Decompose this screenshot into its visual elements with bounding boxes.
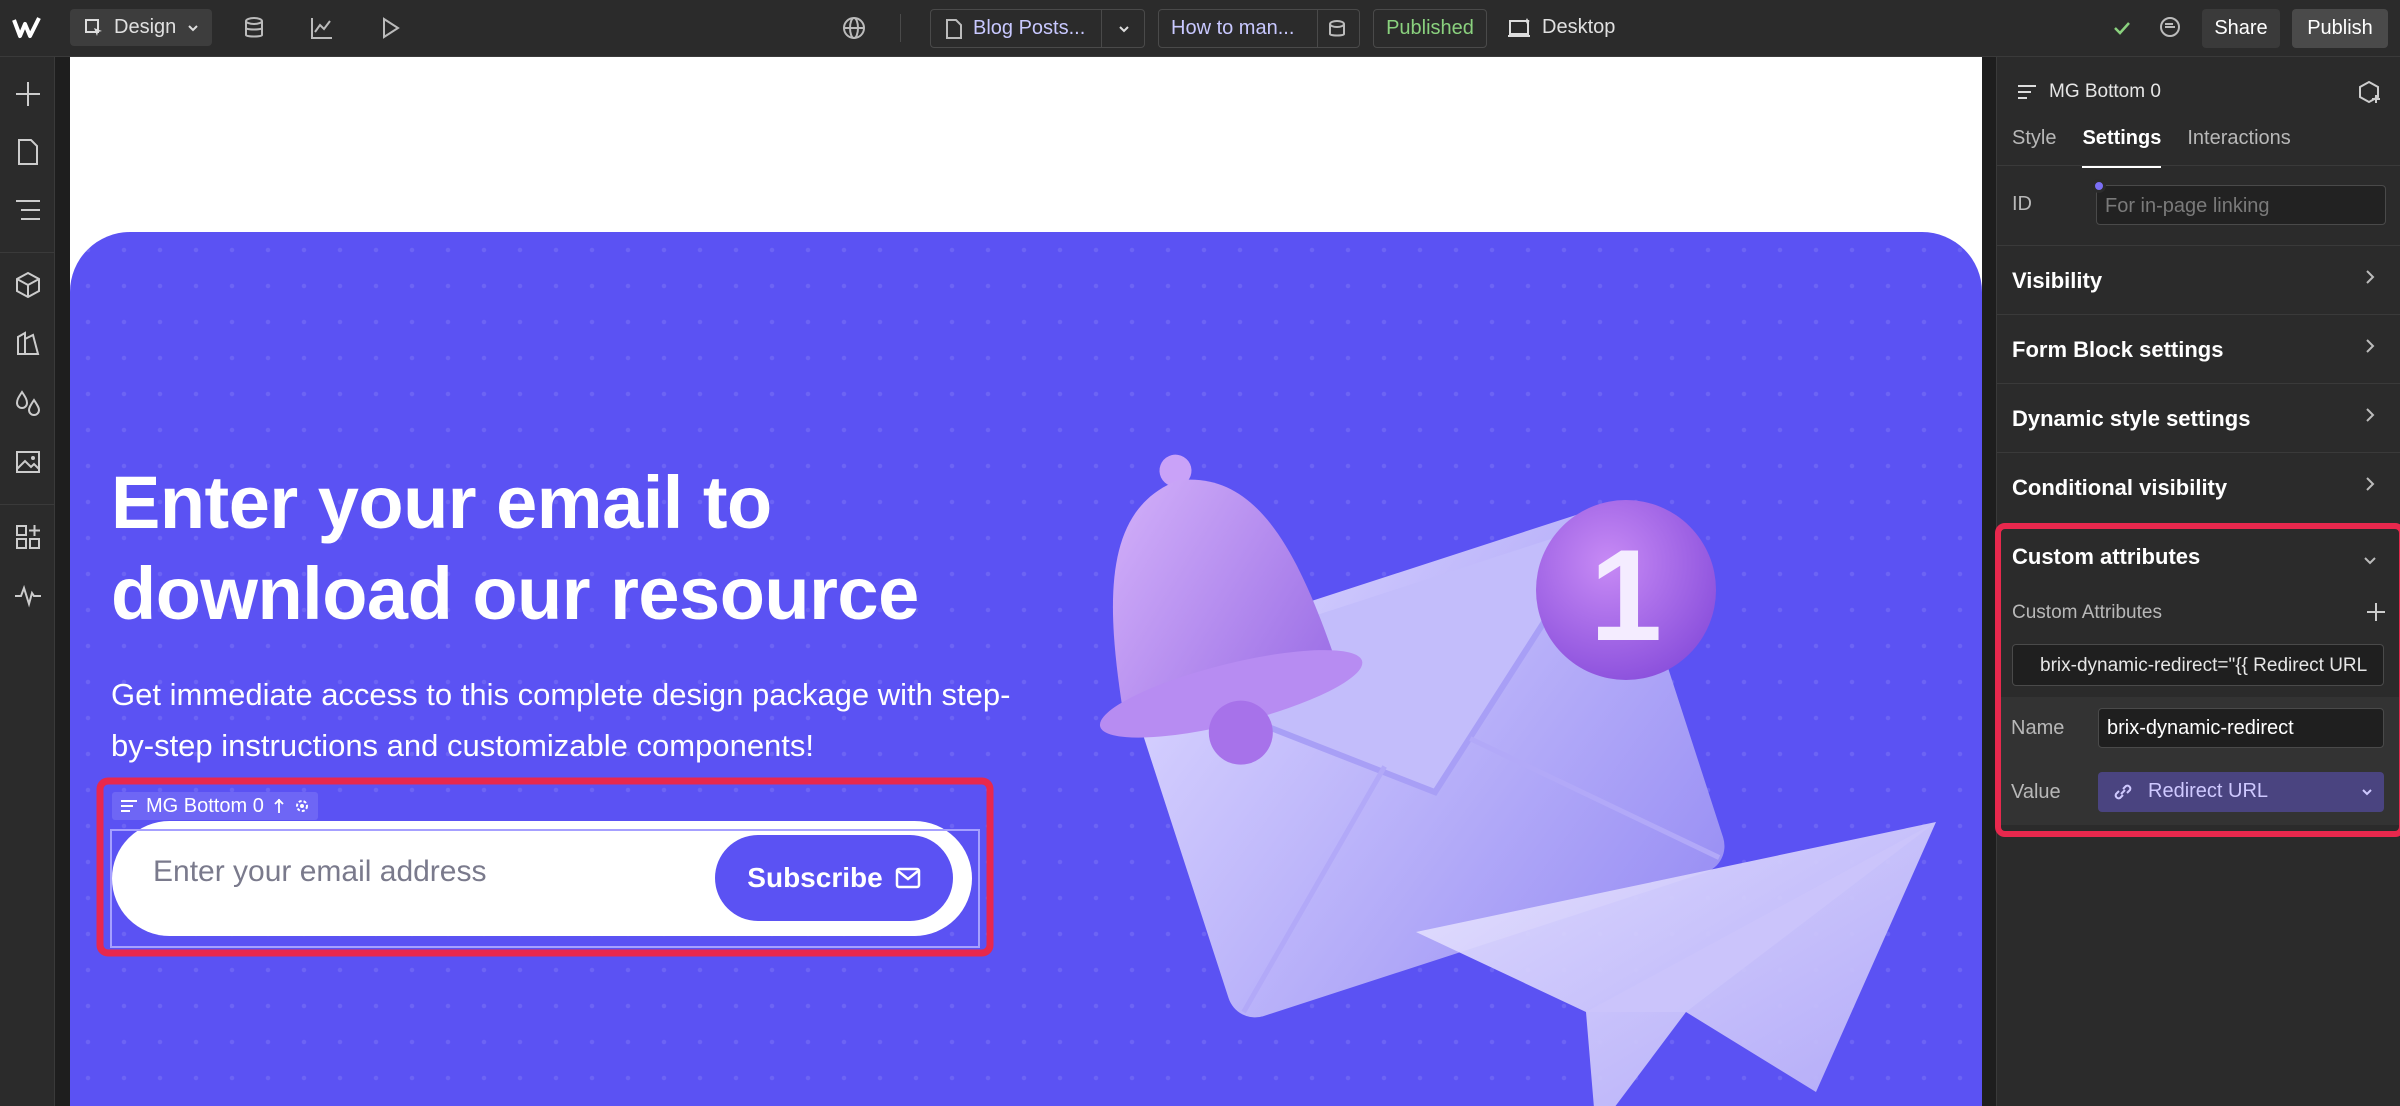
published-status-label: Published bbox=[1386, 17, 1474, 39]
hero-subheading: Get immediate access to this complete de… bbox=[111, 677, 1011, 763]
pill-divider bbox=[1101, 10, 1102, 47]
chevron-right-icon bbox=[2366, 270, 2375, 284]
style-selectors-icon[interactable] bbox=[13, 329, 43, 359]
notification-count: 1 bbox=[1590, 522, 1662, 668]
chevron-right-icon bbox=[2366, 339, 2375, 353]
check-icon bbox=[2114, 22, 2130, 35]
hero-heading: Enter your email to download our resourc… bbox=[111, 461, 919, 635]
page-selector[interactable]: Blog Posts... bbox=[930, 9, 1145, 48]
design-mode-label: Design bbox=[114, 16, 177, 38]
create-component-icon[interactable] bbox=[2357, 79, 2383, 105]
share-button[interactable]: Share bbox=[2202, 9, 2280, 48]
cms-collection-icon bbox=[1329, 20, 1345, 37]
section-visibility[interactable]: Visibility bbox=[1997, 245, 2400, 314]
bell-envelope-illustration: 1 bbox=[1099, 454, 1936, 1106]
assets-image-icon[interactable] bbox=[13, 447, 43, 477]
cms-item-label: How to man... bbox=[1171, 17, 1295, 39]
breakpoint-selector[interactable]: Desktop bbox=[1508, 9, 1628, 46]
hero-section[interactable]: 1 Enter your email to download our resou… bbox=[70, 232, 1982, 1106]
tab-settings[interactable]: Settings bbox=[2082, 127, 2162, 168]
cursor-icon bbox=[85, 18, 102, 36]
section-title: Form Block settings bbox=[2012, 337, 2224, 362]
analytics-icon[interactable] bbox=[308, 14, 336, 42]
publish-button[interactable]: Publish bbox=[2292, 9, 2388, 48]
add-element-icon[interactable] bbox=[13, 79, 43, 109]
element-name: MG Bottom 0 bbox=[2049, 81, 2161, 102]
text-lines-icon bbox=[2018, 85, 2036, 99]
top-bar: Design Blog Posts... How to man... Publi… bbox=[0, 0, 2400, 57]
left-toolbar bbox=[0, 57, 55, 1106]
id-input[interactable]: For in-page linking bbox=[2096, 185, 2386, 225]
pages-icon[interactable] bbox=[13, 137, 43, 167]
selection-highlight-outline bbox=[96, 777, 994, 957]
preview-play-icon[interactable] bbox=[376, 14, 404, 42]
toolbar-divider bbox=[900, 14, 901, 42]
cms-item-selector[interactable]: How to man... bbox=[1158, 9, 1360, 48]
webflow-logo[interactable] bbox=[12, 15, 42, 41]
comment-icon[interactable] bbox=[2156, 14, 2184, 42]
panel-header: MG Bottom 0 bbox=[2017, 81, 2161, 103]
section-dynamic-style-settings[interactable]: Dynamic style settings bbox=[1997, 383, 2400, 452]
activity-pulse-icon[interactable] bbox=[13, 580, 43, 610]
settings-panel: MG Bottom 0 Style Settings Interactions … bbox=[1995, 57, 2400, 1106]
breakpoint-label: Desktop bbox=[1542, 16, 1616, 38]
design-mode-button[interactable]: Design bbox=[70, 9, 212, 46]
section-form-block-settings[interactable]: Form Block settings bbox=[1997, 314, 2400, 383]
tab-style[interactable]: Style bbox=[2012, 127, 2056, 168]
chevron-right-icon bbox=[2366, 408, 2375, 422]
navigator-icon[interactable] bbox=[13, 195, 43, 225]
tabs-divider bbox=[1997, 165, 2400, 166]
panel-tabs: Style Settings Interactions bbox=[2012, 127, 2291, 168]
section-title: Dynamic style settings bbox=[2012, 406, 2251, 431]
components-icon[interactable] bbox=[13, 270, 43, 300]
id-label: ID bbox=[2012, 193, 2032, 215]
section-conditional-visibility[interactable]: Conditional visibility bbox=[1997, 452, 2400, 521]
page-selector-label: Blog Posts... bbox=[973, 17, 1086, 39]
variables-drops-icon[interactable] bbox=[13, 388, 43, 418]
chevron-down-icon bbox=[1119, 26, 1129, 33]
custom-attributes-highlight bbox=[1995, 523, 2400, 837]
binding-dot-icon[interactable] bbox=[2092, 179, 2106, 193]
tab-interactions[interactable]: Interactions bbox=[2187, 127, 2290, 168]
section-title: Visibility bbox=[2012, 268, 2103, 293]
page-icon bbox=[946, 18, 962, 39]
apps-icon[interactable] bbox=[13, 522, 43, 552]
rail-divider bbox=[0, 504, 55, 505]
chevron-down-icon bbox=[188, 24, 198, 31]
pill-divider bbox=[1317, 10, 1318, 47]
id-field-row: ID For in-page linking bbox=[2012, 179, 2392, 225]
chevron-right-icon bbox=[2366, 477, 2375, 491]
globe-icon[interactable] bbox=[840, 14, 868, 42]
design-canvas[interactable]: 1 Enter your email to download our resou… bbox=[70, 57, 1982, 1106]
desktop-icon bbox=[1508, 17, 1530, 37]
rail-divider bbox=[0, 252, 55, 253]
published-status-badge: Published bbox=[1373, 9, 1487, 48]
cms-database-icon[interactable] bbox=[240, 14, 268, 42]
section-title: Conditional visibility bbox=[2012, 475, 2228, 500]
